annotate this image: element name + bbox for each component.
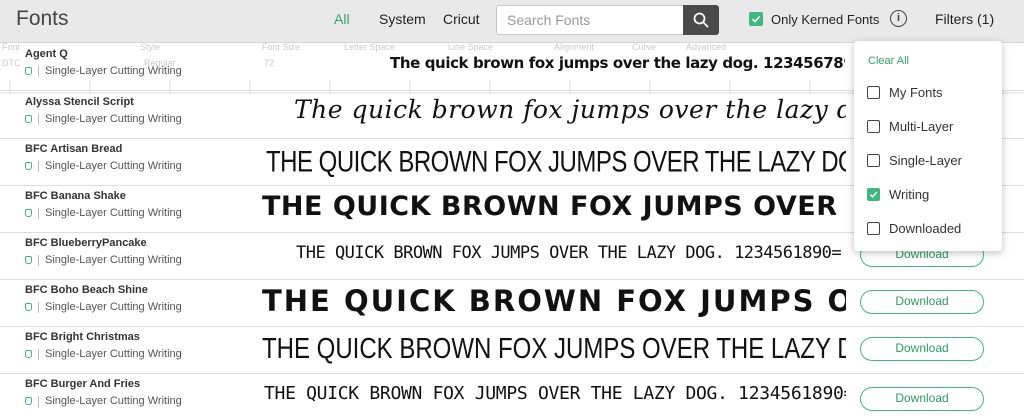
font-preview: The quick brown fox jumps over the lazy …: [390, 54, 845, 72]
font-meta: Single-Layer Cutting Writing: [25, 113, 182, 125]
filter-label: Multi-Layer: [889, 118, 954, 134]
font-meta: Single-Layer Cutting Writing: [25, 207, 182, 219]
font-type: Single-Layer Cutting Writing: [45, 254, 182, 266]
cricut-access-icon: [25, 162, 32, 170]
tab-cricut[interactable]: Cricut: [443, 11, 480, 27]
font-name: BFC Boho Beach Shine: [25, 284, 148, 296]
filter-label: My Fonts: [889, 84, 943, 100]
font-type: Single-Layer Cutting Writing: [45, 207, 182, 219]
font-preview: THE QUICK BROWN FOX JUMPS OVER THE LAZY …: [266, 145, 846, 179]
cricut-access-icon: [25, 303, 32, 311]
font-row-bfc-burger-and-fries[interactable]: BFC Burger And Fries Single-Layer Cuttin…: [0, 373, 1024, 420]
font-meta: Single-Layer Cutting Writing: [25, 395, 182, 407]
font-name: Alyssa Stencil Script: [25, 96, 134, 108]
cricut-access-icon: [25, 256, 32, 264]
font-type: Single-Layer Cutting Writing: [45, 113, 182, 125]
cricut-access-icon: [25, 209, 32, 217]
filter-checkbox[interactable]: [867, 119, 880, 133]
font-type: Single-Layer Cutting Writing: [45, 348, 182, 360]
filter-checkbox[interactable]: [867, 153, 880, 167]
download-button[interactable]: Download: [860, 337, 984, 361]
filter-option-multi-layer[interactable]: Multi-Layer: [867, 117, 953, 135]
filter-checkbox[interactable]: [867, 221, 880, 235]
font-row-bfc-bright-christmas[interactable]: BFC Bright Christmas Single-Layer Cuttin…: [0, 326, 1024, 374]
cricut-access-icon: [25, 115, 32, 123]
font-preview: THE QUICK BROWN FOX JUMPS OVER THE LAZY …: [296, 243, 846, 263]
search-bar: [496, 5, 719, 35]
filter-option-writing[interactable]: Writing: [867, 185, 929, 203]
font-meta: Single-Layer Cutting Writing: [25, 254, 182, 266]
font-preview: THE QUICK BROWN FOX JUMPS OVER THE LAZY …: [262, 333, 846, 366]
filter-option-downloaded[interactable]: Downloaded: [867, 219, 961, 237]
font-type: Single-Layer Cutting Writing: [45, 65, 182, 77]
font-name: Agent Q: [25, 48, 68, 60]
font-meta: Single-Layer Cutting Writing: [25, 65, 182, 77]
font-name: BFC Burger And Fries: [25, 378, 141, 390]
filter-option-my-fonts[interactable]: My Fonts: [867, 83, 942, 101]
search-button[interactable]: [683, 5, 719, 35]
filter-checkbox[interactable]: [867, 85, 880, 99]
filter-option-single-layer[interactable]: Single-Layer: [867, 151, 962, 169]
download-button[interactable]: Download: [860, 290, 984, 314]
info-icon[interactable]: i: [890, 10, 907, 27]
search-input[interactable]: [496, 5, 684, 35]
filter-label: Writing: [889, 186, 930, 202]
kerned-fonts-label[interactable]: Only Kerned Fonts: [771, 12, 879, 27]
filters-dropdown: Clear All My Fonts Multi-Layer Single-La…: [854, 41, 1002, 251]
font-name: BFC Artisan Bread: [25, 143, 123, 155]
font-preview: The quick brown fox jumps over the lazy …: [294, 95, 846, 124]
font-preview: THE QUICK BROWN FOX JUMPS OVER THE LAZY …: [264, 383, 846, 404]
kerned-fonts-checkbox[interactable]: [749, 12, 763, 26]
tab-all[interactable]: All: [334, 11, 350, 27]
font-meta: Single-Layer Cutting Writing: [25, 301, 182, 313]
cricut-access-icon: [25, 350, 32, 358]
filter-label: Single-Layer: [889, 152, 962, 168]
font-preview: THE QUICK BROWN FOX JUMPS OVER THE: [262, 284, 846, 318]
font-meta: Single-Layer Cutting Writing: [25, 160, 182, 172]
clear-all-link[interactable]: Clear All: [868, 55, 909, 67]
filters-button[interactable]: Filters (1): [935, 11, 994, 27]
checkmark-icon: [869, 191, 878, 198]
tab-system[interactable]: System: [379, 11, 426, 27]
download-button[interactable]: Download: [860, 387, 984, 411]
filter-label: Downloaded: [889, 220, 962, 236]
font-name: BFC Bright Christmas: [25, 331, 140, 343]
font-preview: THE QUICK BROWN FOX JUMPS OVER THE LA: [262, 191, 846, 222]
font-name: BFC Banana Shake: [25, 190, 126, 202]
page-title: Fonts: [16, 7, 69, 30]
font-type: Single-Layer Cutting Writing: [45, 301, 182, 313]
font-meta: Single-Layer Cutting Writing: [25, 348, 182, 360]
font-name: BFC BlueberryPancake: [25, 237, 147, 249]
search-icon: [693, 12, 709, 28]
checkmark-icon: [751, 15, 761, 23]
font-type: Single-Layer Cutting Writing: [45, 395, 182, 407]
cricut-access-icon: [25, 67, 32, 75]
filter-checkbox-checked[interactable]: [867, 187, 880, 201]
font-type: Single-Layer Cutting Writing: [45, 160, 182, 172]
header-bar: Fonts All System Cricut Only Kerned Font…: [0, 0, 1024, 43]
font-row-bfc-boho-beach-shine[interactable]: BFC Boho Beach Shine Single-Layer Cuttin…: [0, 279, 1024, 327]
cricut-access-icon: [25, 397, 32, 405]
